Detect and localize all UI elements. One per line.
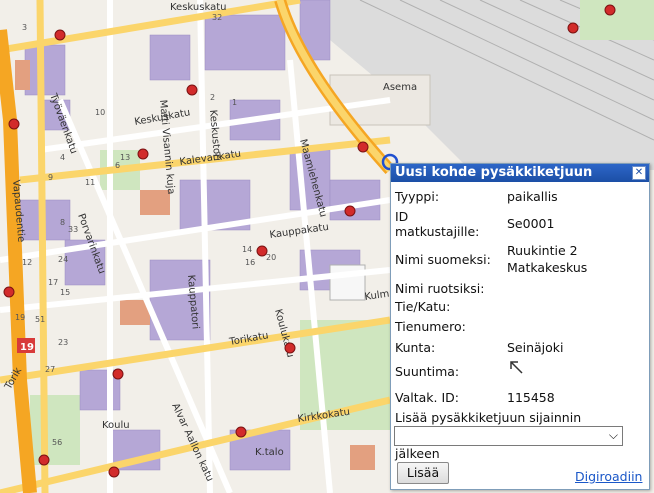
house-number: 9 <box>48 173 53 182</box>
field-label: Tyyppi: <box>395 189 440 204</box>
bus-stop-marker[interactable] <box>137 148 149 160</box>
bus-stop-marker[interactable] <box>256 245 268 257</box>
house-number: 19 <box>15 313 25 322</box>
bus-stop-marker[interactable] <box>235 426 247 438</box>
bus-stop-marker[interactable] <box>284 342 296 354</box>
house-number: 23 <box>58 338 68 347</box>
house-number: 15 <box>60 288 70 297</box>
house-number: 51 <box>35 315 45 324</box>
place-label: K.talo <box>255 447 284 458</box>
bus-stop-marker[interactable] <box>357 141 369 153</box>
field-label: Tienumero: <box>395 319 466 334</box>
place-label: Koulu <box>102 420 130 431</box>
street-label: Keskuskatu <box>170 2 226 13</box>
bus-stop-popup: Uusi kohde pysäkkiketjuun ✕ Tyyppi: paik… <box>390 163 650 490</box>
insert-label: jälkeen <box>395 446 440 461</box>
house-number: 16 <box>245 258 255 267</box>
house-number: 10 <box>95 108 105 117</box>
add-button[interactable]: Lisää <box>397 462 449 484</box>
house-number: 56 <box>52 438 62 447</box>
house-number: 13 <box>120 153 130 162</box>
arrow-up-left-icon <box>510 361 523 374</box>
field-value: Seinäjoki <box>507 340 564 355</box>
house-number: 14 <box>242 245 252 254</box>
close-icon[interactable]: ✕ <box>632 166 646 180</box>
field-value: Matkakeskus <box>507 260 588 275</box>
bus-stop-marker[interactable] <box>567 22 579 34</box>
house-number: 8 <box>60 218 65 227</box>
chevron-down-icon[interactable]: ⌵ <box>609 428 618 443</box>
digiroad-link[interactable]: Digiroadiin <box>575 469 642 484</box>
bus-stop-marker[interactable] <box>38 454 50 466</box>
field-label: Suuntima: <box>395 364 460 379</box>
field-label: Kunta: <box>395 340 436 355</box>
house-number: 32 <box>212 13 222 22</box>
bus-stop-marker[interactable] <box>108 466 120 478</box>
bus-stop-marker[interactable] <box>344 205 356 217</box>
field-label: Nimi ruotsiksi: <box>395 281 485 296</box>
house-number: 2 <box>210 93 215 102</box>
house-number: 11 <box>85 178 95 187</box>
house-number: 20 <box>266 253 276 262</box>
field-value: Se0001 <box>507 216 555 231</box>
house-number: 24 <box>58 255 68 264</box>
road-shield-label: 19 <box>20 342 34 353</box>
bus-stop-marker[interactable] <box>186 84 198 96</box>
house-number: 1 <box>232 98 237 107</box>
house-number: 6 <box>115 161 120 170</box>
field-value: 115458 <box>507 390 555 405</box>
house-number: 27 <box>45 365 55 374</box>
house-number: 3 <box>22 23 27 32</box>
house-number: 17 <box>48 278 58 287</box>
insert-after-select[interactable]: ⌵ <box>394 426 623 446</box>
bus-stop-marker[interactable] <box>112 368 124 380</box>
field-label: Tie/Katu: <box>395 299 451 314</box>
bus-stop-marker[interactable] <box>3 286 15 298</box>
place-label: Asema <box>383 82 417 93</box>
popup-header: Uusi kohde pysäkkiketjuun ✕ <box>391 164 649 182</box>
field-label: ID <box>395 209 409 224</box>
field-value: paikallis <box>507 189 558 204</box>
bus-stop-marker[interactable] <box>604 4 616 16</box>
field-label: matkustajille: <box>395 224 480 239</box>
house-number: 12 <box>22 258 32 267</box>
insert-label: Lisää pysäkkiketjuun sijainnin <box>395 410 582 425</box>
popup-title: Uusi kohde pysäkkiketjuun <box>395 165 593 180</box>
house-number: 33 <box>68 225 78 234</box>
field-value: Ruukintie 2 <box>507 243 578 258</box>
bus-stop-marker[interactable] <box>54 29 66 41</box>
field-label: Valtak. ID: <box>395 390 459 405</box>
house-number: 4 <box>60 153 65 162</box>
field-label: Nimi suomeksi: <box>395 252 491 267</box>
bus-stop-marker[interactable] <box>8 118 20 130</box>
